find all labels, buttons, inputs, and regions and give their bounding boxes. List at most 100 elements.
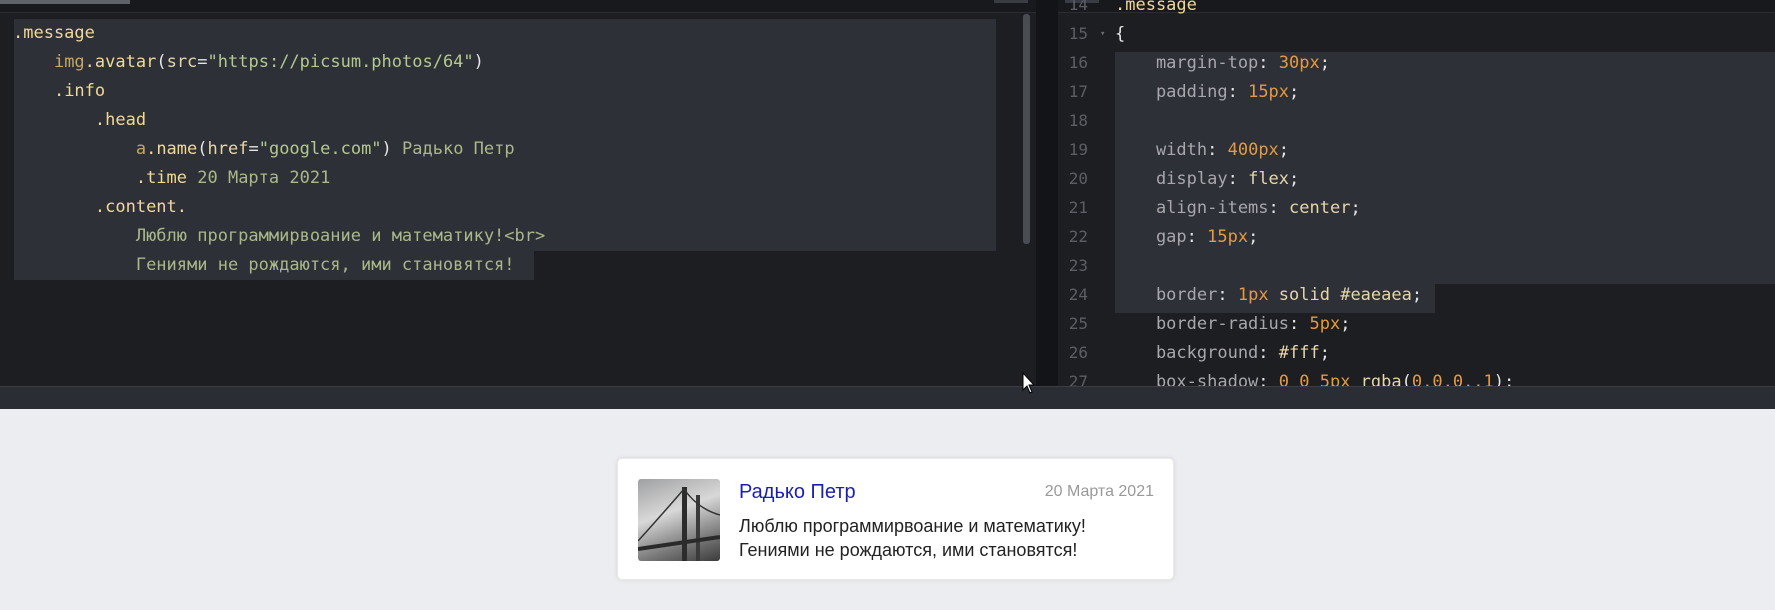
code-line: { [1115, 20, 1125, 49]
code-token: : [1227, 82, 1249, 102]
code-token: : [1268, 198, 1290, 218]
code-token: = [197, 52, 208, 72]
css-editor-pane[interactable]: 14 .message 15 ▾ {16 margin-top: 30px; 17 pad… [1058, 0, 1775, 386]
pane-resizer-vertical[interactable] [1036, 0, 1058, 386]
code-token: ; [1248, 227, 1259, 247]
code-token: .content. [94, 197, 188, 217]
message-content: Люблю программирвоание и математику! Ген… [739, 514, 1086, 562]
line-number: 14 [1068, 0, 1088, 14]
code-token: .avatar [84, 52, 157, 72]
code-token: img [53, 52, 85, 72]
code-token: gap [1115, 227, 1187, 247]
code-token: ( [1401, 372, 1412, 386]
line-number: 22 [1068, 227, 1088, 246]
code-token: ; [1319, 53, 1330, 73]
pug-scrollbar[interactable] [1023, 14, 1030, 244]
code-token: : [1258, 53, 1279, 73]
code-line: background: #fff; [1115, 339, 1330, 368]
code-token: ); [1493, 372, 1515, 386]
code-token: Люблю программирвоание и математику!<br> [135, 226, 546, 246]
message-time: 20 Марта 2021 [1044, 483, 1154, 500]
message-card: Радько Петр 20 Марта 2021 Люблю программ… [617, 458, 1174, 580]
code-token: : [1217, 285, 1238, 305]
code-token: center [1289, 198, 1351, 218]
line-number: 24 [1068, 285, 1088, 304]
fold-arrow-icon[interactable]: ▾ [1100, 29, 1105, 39]
code-token: #fff [1278, 343, 1320, 363]
code-line: .time 20 Марта 2021 [13, 164, 545, 193]
code-line: .content. [13, 193, 545, 222]
code-editor: .message img.avatar(src="https://picsum.… [0, 0, 1775, 409]
code-token: 1px [1237, 285, 1269, 305]
line-number: 27 [1068, 372, 1088, 386]
code-token: background [1115, 343, 1259, 363]
pug-code[interactable]: .message img.avatar(src="https://picsum.… [13, 19, 545, 280]
line-number: 16 [1068, 53, 1088, 72]
code-line: align-items: center; [1115, 194, 1361, 223]
code-line: display: flex; [1115, 165, 1299, 194]
author-name-link[interactable]: Радько Петр [739, 481, 856, 504]
pug-editor-pane[interactable]: .message img.avatar(src="https://picsum.… [0, 0, 1036, 386]
code-token: .message [1115, 0, 1197, 15]
code-line: padding: 15px; [1115, 78, 1299, 107]
code-line: .info [13, 77, 545, 106]
preview-pane: Радько Петр 20 Марта 2021 Люблю программ… [0, 409, 1775, 610]
code-line: width: 400px; [1115, 136, 1289, 165]
code-token: ; [1411, 285, 1423, 305]
line-number: 18 [1068, 111, 1088, 130]
code-token: Гениями не рождаются, ими становятся! [135, 255, 515, 275]
pug-settings-button[interactable] [994, 0, 1028, 3]
code-token: : [1258, 372, 1279, 386]
code-token: align-items [1115, 198, 1269, 218]
code-token: ; [1319, 343, 1330, 363]
mouse-cursor-icon [1022, 371, 1036, 398]
code-token: { [1115, 24, 1126, 44]
message-line-2: Гениями не рождаются, ими становятся! [739, 540, 1078, 560]
code-token: src [166, 52, 198, 72]
code-line: a.name(href="google.com") Радько Петр [13, 135, 545, 164]
code-token: : [1258, 343, 1279, 363]
code-token: Радько Петр [402, 139, 515, 159]
code-line: .message [13, 19, 545, 48]
code-token: display [1115, 169, 1228, 189]
pane-resizer-horizontal[interactable] [0, 386, 1775, 409]
line-number: 21 [1068, 198, 1088, 217]
code-token: margin-top [1115, 53, 1259, 73]
code-token: rgba [1350, 372, 1402, 386]
code-token: 0,0,0,.1 [1411, 372, 1494, 386]
line-number: 20 [1068, 169, 1088, 188]
pug-pane-header [0, 0, 1036, 13]
code-token: 20 Марта 2021 [187, 168, 331, 188]
code-token: 5px [1309, 314, 1341, 334]
code-token: box-shadow [1115, 372, 1259, 386]
line-number: 23 [1068, 256, 1088, 275]
code-token: ; [1289, 82, 1300, 102]
line-number: 17 [1068, 82, 1088, 101]
code-token: 400px [1227, 140, 1279, 160]
avatar [638, 479, 720, 561]
code-line: box-shadow: 0 0 5px rgba(0,0,0,.1); [1115, 368, 1514, 386]
code-token: "google.com" [258, 139, 382, 159]
code-token: border-radius [1115, 314, 1289, 334]
code-token: 15px [1207, 227, 1249, 247]
code-line: border-radius: 5px; [1115, 310, 1351, 339]
code-token: padding [1115, 82, 1228, 102]
code-line: Люблю программирвоание и математику!<br> [13, 222, 545, 251]
code-token: ( [156, 52, 167, 72]
code-token: a [135, 139, 147, 159]
code-token: : [1227, 169, 1249, 189]
code-token: ( [197, 139, 208, 159]
code-token: ; [1289, 169, 1300, 189]
code-token: : [1289, 314, 1310, 334]
code-token: .info [53, 81, 106, 101]
code-line: Гениями не рождаются, ими становятся! [13, 251, 545, 280]
code-token: 30px [1278, 53, 1320, 73]
code-token: 0 0 5px [1278, 372, 1351, 386]
code-token: = [248, 139, 259, 159]
code-line: .message [1115, 0, 1197, 20]
code-token: .name [146, 139, 198, 159]
code-token: ) [381, 139, 403, 159]
code-token: .time [135, 168, 188, 188]
code-token: width [1115, 140, 1208, 160]
code-token: border [1115, 285, 1218, 305]
